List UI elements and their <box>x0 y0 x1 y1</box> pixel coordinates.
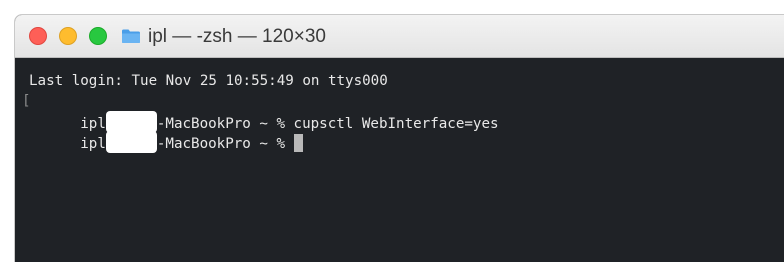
terminal-window: ipl — -zsh — 120×30 Last login: Tue Nov … <box>14 14 784 262</box>
command-line-2: ipl -MacBookPro ~ % <box>29 111 784 153</box>
folder-icon <box>122 29 140 43</box>
minimize-button[interactable] <box>59 27 77 45</box>
command-text <box>285 136 294 152</box>
maximize-button[interactable] <box>89 27 107 45</box>
title-bar[interactable]: ipl — -zsh — 120×30 <box>15 15 784 58</box>
prompt-user: ipl <box>80 136 106 152</box>
close-button[interactable] <box>29 27 47 45</box>
window-title: ipl — -zsh — 120×30 <box>148 26 326 47</box>
terminal-content[interactable]: Last login: Tue Nov 25 10:55:49 on ttys0… <box>15 58 784 262</box>
last-login-line: Last login: Tue Nov 25 10:55:49 on ttys0… <box>29 73 388 89</box>
text-cursor <box>293 134 303 152</box>
command-line-1: [ipl -MacBookPro ~ % cupsctl WebInterface… <box>22 91 784 133</box>
redaction-block <box>105 131 157 153</box>
mark-bracket: [ <box>22 93 31 109</box>
prompt-host: -MacBookPro ~ % <box>156 136 285 152</box>
